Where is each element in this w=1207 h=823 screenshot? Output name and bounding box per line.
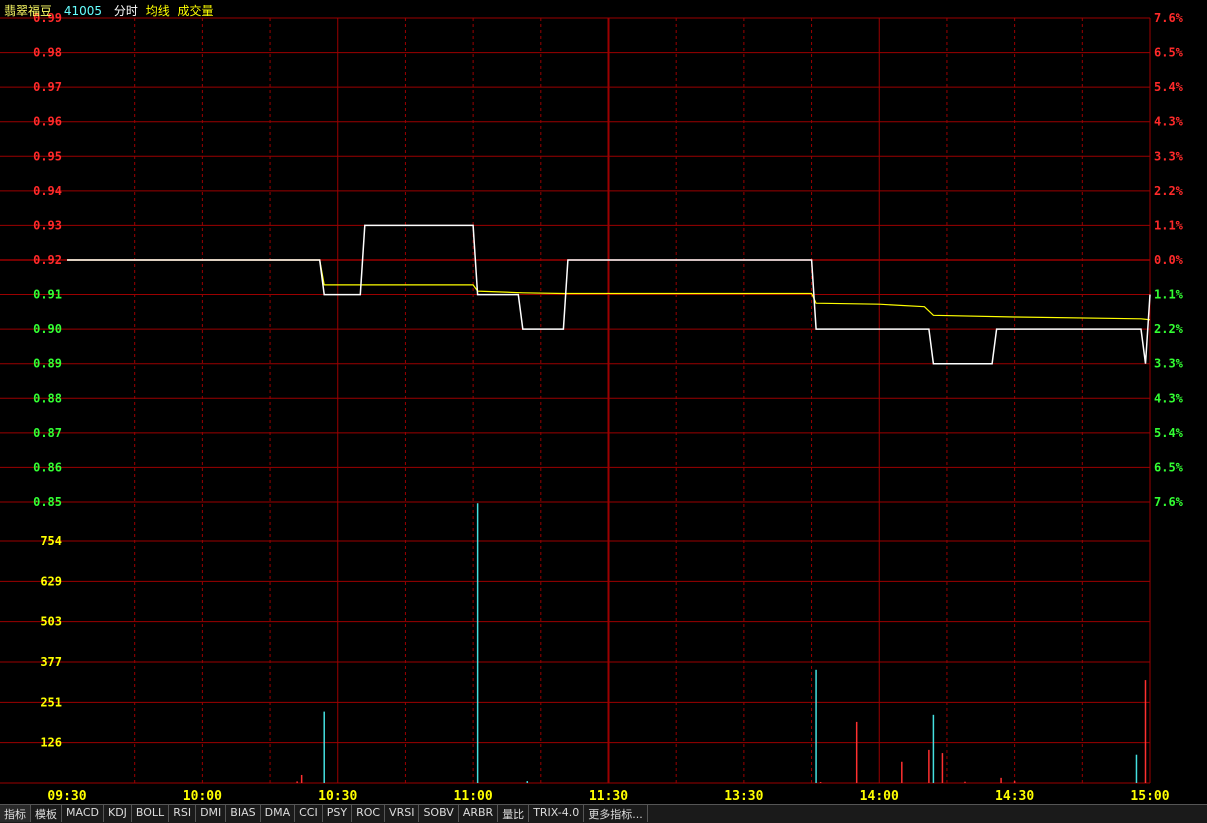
- mode-label: 分时: [113, 4, 138, 18]
- volume-tick-label: 126: [40, 736, 62, 750]
- toolbar-item-7[interactable]: BIAS: [226, 805, 261, 822]
- pct-tick-label: 7.6%: [1154, 495, 1184, 509]
- time-tick-label: 13:30: [724, 789, 763, 804]
- price-tick-label: 0.89: [33, 357, 62, 371]
- pct-tick-label: 6.5%: [1154, 460, 1184, 474]
- pct-tick-label: 0.0%: [1154, 253, 1184, 267]
- pct-tick-label: 1.1%: [1154, 218, 1184, 232]
- indicator-toolbar: 指标 模板 MACD KDJ BOLL RSI DMI BIAS DMA CCI PSY ROC VRS…: [0, 804, 1207, 823]
- toolbar-item-12[interactable]: VRSI: [385, 805, 420, 822]
- toolbar-item-9[interactable]: CCI: [295, 805, 323, 822]
- toolbar-item-14[interactable]: ARBR: [459, 805, 499, 822]
- pct-tick-label: 7.6%: [1154, 11, 1184, 25]
- volume-tick-label: 629: [40, 574, 62, 588]
- chart-grid: [0, 17, 1151, 784]
- time-tick-label: 11:00: [454, 789, 493, 804]
- toolbar-item-8[interactable]: DMA: [261, 805, 296, 822]
- pct-tick-label: 1.1%: [1154, 288, 1184, 302]
- price-tick-label: 0.88: [33, 391, 62, 405]
- chart-title-bar: 翡翠福豆 41005 分时 均线 成交量: [4, 2, 222, 19]
- stock-code: 41005: [63, 4, 103, 18]
- time-tick-label: 11:30: [589, 789, 628, 804]
- toolbar-item-13[interactable]: SOBV: [419, 805, 459, 822]
- price-tick-label: 0.94: [33, 184, 62, 198]
- volume-tick-label: 251: [40, 695, 62, 709]
- volume-bars: [296, 503, 1147, 783]
- toolbar-item-10[interactable]: PSY: [323, 805, 353, 822]
- pct-tick-label: 4.3%: [1154, 391, 1184, 405]
- toolbar-item-1[interactable]: 模板: [31, 805, 62, 822]
- time-tick-label: 14:30: [995, 789, 1034, 804]
- price-tick-label: 0.98: [33, 46, 62, 60]
- price-tick-label: 0.97: [33, 80, 62, 94]
- toolbar-item-17[interactable]: 更多指标...: [584, 805, 648, 822]
- price-tick-label: 0.85: [33, 495, 62, 509]
- toolbar-item-2[interactable]: MACD: [62, 805, 104, 822]
- toolbar-item-6[interactable]: DMI: [196, 805, 227, 822]
- toolbar-item-0[interactable]: 指标: [0, 805, 31, 822]
- pct-tick-label: 3.3%: [1154, 357, 1184, 371]
- time-tick-label: 14:00: [860, 789, 899, 804]
- stock-name[interactable]: 翡翠福豆: [4, 4, 52, 18]
- price-tick-label: 0.90: [33, 322, 62, 336]
- volume-tick-label: 754: [40, 534, 62, 548]
- volume-tick-label: 503: [40, 615, 62, 629]
- time-tick-label: 15:00: [1130, 789, 1169, 804]
- price-tick-label: 0.91: [33, 288, 62, 302]
- intraday-chart[interactable]: 0.990.980.970.960.950.940.930.920.910.90…: [0, 0, 1207, 804]
- toolbar-item-11[interactable]: ROC: [352, 805, 386, 822]
- avg-label: 均线: [145, 4, 170, 18]
- time-tick-label: 10:00: [183, 789, 222, 804]
- toolbar-item-5[interactable]: RSI: [169, 805, 197, 822]
- pct-tick-label: 5.4%: [1154, 426, 1184, 440]
- pct-tick-label: 5.4%: [1154, 80, 1184, 94]
- toolbar-item-16[interactable]: TRIX-4.0: [529, 805, 585, 822]
- price-tick-label: 0.86: [33, 460, 62, 474]
- toolbar-item-15[interactable]: 量比: [498, 805, 530, 822]
- price-tick-label: 0.92: [33, 253, 62, 267]
- time-tick-label: 10:30: [318, 789, 357, 804]
- toolbar-item-4[interactable]: BOLL: [132, 805, 170, 822]
- pct-tick-label: 2.2%: [1154, 184, 1184, 198]
- time-tick-label: 09:30: [47, 789, 86, 804]
- price-tick-label: 0.96: [33, 115, 62, 129]
- price-tick-label: 0.93: [33, 218, 62, 232]
- volume-tick-label: 377: [40, 655, 62, 669]
- pct-tick-label: 6.5%: [1154, 46, 1184, 60]
- volume-label: 成交量: [177, 4, 214, 18]
- pct-tick-label: 3.3%: [1154, 149, 1184, 163]
- pct-tick-label: 4.3%: [1154, 115, 1184, 129]
- pct-tick-label: 2.2%: [1154, 322, 1184, 336]
- price-tick-label: 0.87: [33, 426, 62, 440]
- price-tick-label: 0.95: [33, 149, 62, 163]
- toolbar-item-3[interactable]: KDJ: [104, 805, 132, 822]
